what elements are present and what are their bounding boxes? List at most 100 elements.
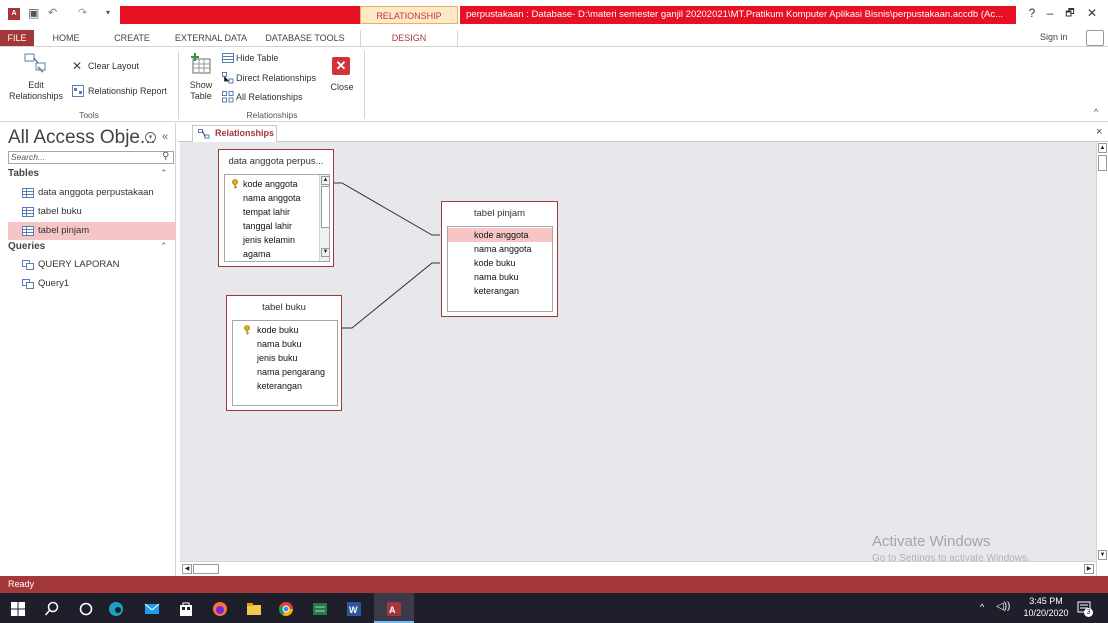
access-app-icon[interactable]: A: [8, 8, 20, 20]
collapse-ribbon-button[interactable]: ^: [1094, 107, 1098, 117]
tab-external-data[interactable]: EXTERNAL DATA: [170, 30, 252, 46]
relationships-canvas[interactable]: data anggota perpus... kode anggota nama…: [180, 142, 1096, 561]
qat-customize-icon[interactable]: ▾: [106, 8, 110, 17]
edit-label-2: Relationships: [8, 91, 64, 101]
taskbar-access-active[interactable]: A: [374, 593, 414, 623]
search-icon[interactable]: ⚲: [162, 151, 169, 162]
field-row[interactable]: nama pengarang: [233, 365, 325, 379]
field-row[interactable]: kode buku: [448, 256, 516, 270]
queries-section-header[interactable]: Queries: [8, 241, 45, 252]
field-row[interactable]: nama buku: [448, 270, 519, 284]
scroll-left-arrow-icon[interactable]: ◀: [182, 564, 192, 574]
scroll-thumb[interactable]: [1098, 155, 1107, 171]
scroll-down-arrow-icon[interactable]: ▼: [1098, 550, 1107, 560]
nav-item-query-laporan[interactable]: QUERY LAPORAN: [8, 256, 176, 274]
chrome-icon[interactable]: [278, 601, 294, 617]
nav-pane-title[interactable]: All Access Obje...: [8, 127, 156, 149]
scroll-right-arrow-icon[interactable]: ▶: [1084, 564, 1094, 574]
scroll-up-arrow-icon[interactable]: ▲: [1098, 143, 1107, 153]
tab-create[interactable]: CREATE: [96, 30, 168, 46]
edit-relationships-button[interactable]: Edit Relationships: [8, 51, 64, 109]
undo-icon[interactable]: ↶: [48, 6, 57, 19]
firefox-icon[interactable]: [212, 601, 228, 617]
direct-relationships-label: Direct Relationships: [236, 73, 317, 83]
vertical-scrollbar[interactable]: ▲ ▼: [1096, 142, 1108, 576]
collapse-queries-icon[interactable]: ⌃: [160, 241, 168, 252]
field-row[interactable]: nama anggota: [448, 242, 532, 256]
field-row[interactable]: kode buku: [233, 323, 337, 337]
cortana-icon[interactable]: [78, 601, 94, 617]
store-icon[interactable]: [178, 601, 194, 617]
tab-file[interactable]: FILE: [0, 30, 34, 46]
query-icon: [22, 279, 34, 289]
tab-design[interactable]: DESIGN: [360, 30, 458, 46]
scroll-up-arrow-icon[interactable]: ▲: [321, 176, 329, 185]
minimize-button[interactable]: –: [1040, 6, 1060, 20]
collapse-tables-icon[interactable]: ⌃: [160, 168, 168, 179]
field-row[interactable]: tempat lahir: [225, 205, 290, 219]
field-row-selected[interactable]: kode anggota: [448, 228, 552, 242]
volume-icon[interactable]: ◁)): [996, 601, 1010, 612]
field-list[interactable]: kode anggota nama anggota tempat lahir t…: [224, 174, 330, 262]
tables-section-header[interactable]: Tables: [8, 168, 39, 179]
mail-icon[interactable]: [144, 601, 160, 617]
close-document-button[interactable]: ×: [1096, 126, 1102, 138]
field-row[interactable]: keterangan: [233, 379, 302, 393]
file-explorer-icon[interactable]: [246, 601, 262, 617]
field-row[interactable]: agama: [225, 247, 271, 261]
redo-icon[interactable]: ↷: [78, 6, 87, 19]
search-input[interactable]: Search...: [8, 151, 174, 164]
windows-start-icon[interactable]: [10, 601, 26, 617]
nav-item-tabel-pinjam[interactable]: tabel pinjam: [8, 222, 176, 240]
tab-database-tools[interactable]: DATABASE TOOLS: [256, 30, 354, 46]
tab-home[interactable]: HOME: [40, 30, 92, 46]
show-label-2: Table: [190, 91, 212, 101]
quick-access-strip: [120, 6, 362, 24]
clock-time[interactable]: 3:45 PM: [1022, 596, 1070, 606]
account-avatar-icon[interactable]: [1086, 30, 1104, 46]
field-list[interactable]: kode buku nama buku jenis buku nama peng…: [232, 320, 338, 406]
table-icon: [22, 188, 34, 198]
nav-item-tabel-buku[interactable]: tabel buku: [8, 203, 176, 221]
field-row[interactable]: keterangan: [448, 284, 519, 298]
show-table-button[interactable]: Show Table: [184, 51, 218, 109]
clock-date[interactable]: 10/20/2020: [1018, 608, 1074, 618]
close-window-button[interactable]: ✕: [1082, 6, 1102, 20]
notifications-button[interactable]: 3: [1076, 600, 1093, 617]
field-list[interactable]: kode anggota nama anggota kode buku nama…: [447, 226, 553, 312]
field-row[interactable]: nama buku: [233, 337, 302, 351]
relationship-line-buku[interactable]: [342, 262, 440, 329]
help-button[interactable]: ?: [1022, 6, 1042, 20]
close-relationships-button[interactable]: ✕ Close: [326, 53, 358, 103]
tab-relationships[interactable]: Relationships: [192, 125, 277, 142]
field-list-scrollbar[interactable]: ▲ ▼: [319, 175, 329, 261]
app-icon[interactable]: [312, 601, 328, 617]
scroll-down-arrow-icon[interactable]: ▼: [321, 248, 329, 257]
shutter-bar-icon[interactable]: «: [162, 131, 168, 143]
table-box-data-anggota[interactable]: data anggota perpus... kode anggota nama…: [218, 149, 334, 267]
relationship-line-anggota[interactable]: [334, 182, 440, 236]
scroll-thumb[interactable]: [321, 186, 329, 228]
save-icon[interactable]: ▣: [28, 6, 39, 20]
field-row[interactable]: nama anggota: [225, 191, 301, 205]
edge-browser-icon[interactable]: [108, 601, 124, 617]
relationships-tab-icon: [198, 129, 210, 139]
field-row[interactable]: jenis buku: [233, 351, 298, 365]
field-row[interactable]: tanggal lahir: [225, 219, 292, 233]
table-box-tabel-buku[interactable]: tabel buku kode buku nama buku jenis buk…: [226, 295, 342, 411]
show-label-1: Show: [189, 80, 213, 90]
horizontal-scrollbar[interactable]: ◀ ▶: [180, 561, 1096, 576]
word-icon[interactable]: W: [346, 601, 362, 617]
search-icon[interactable]: [44, 601, 60, 617]
edit-label-1: Edit: [28, 80, 44, 90]
sign-in-link[interactable]: Sign in: [1040, 32, 1068, 42]
nav-menu-chevron-icon[interactable]: ▾: [145, 132, 156, 143]
table-box-tabel-pinjam[interactable]: tabel pinjam kode anggota nama anggota k…: [441, 201, 558, 317]
scroll-thumb[interactable]: [193, 564, 219, 574]
nav-item-query1[interactable]: Query1: [8, 275, 176, 293]
field-row[interactable]: jenis kelamin: [225, 233, 295, 247]
show-hidden-icons-icon[interactable]: ^: [980, 602, 984, 612]
restore-button[interactable]: 🗗: [1060, 6, 1080, 23]
nav-item-data-anggota[interactable]: data anggota perpustakaan: [8, 184, 176, 202]
field-row[interactable]: kode anggota: [225, 177, 319, 191]
